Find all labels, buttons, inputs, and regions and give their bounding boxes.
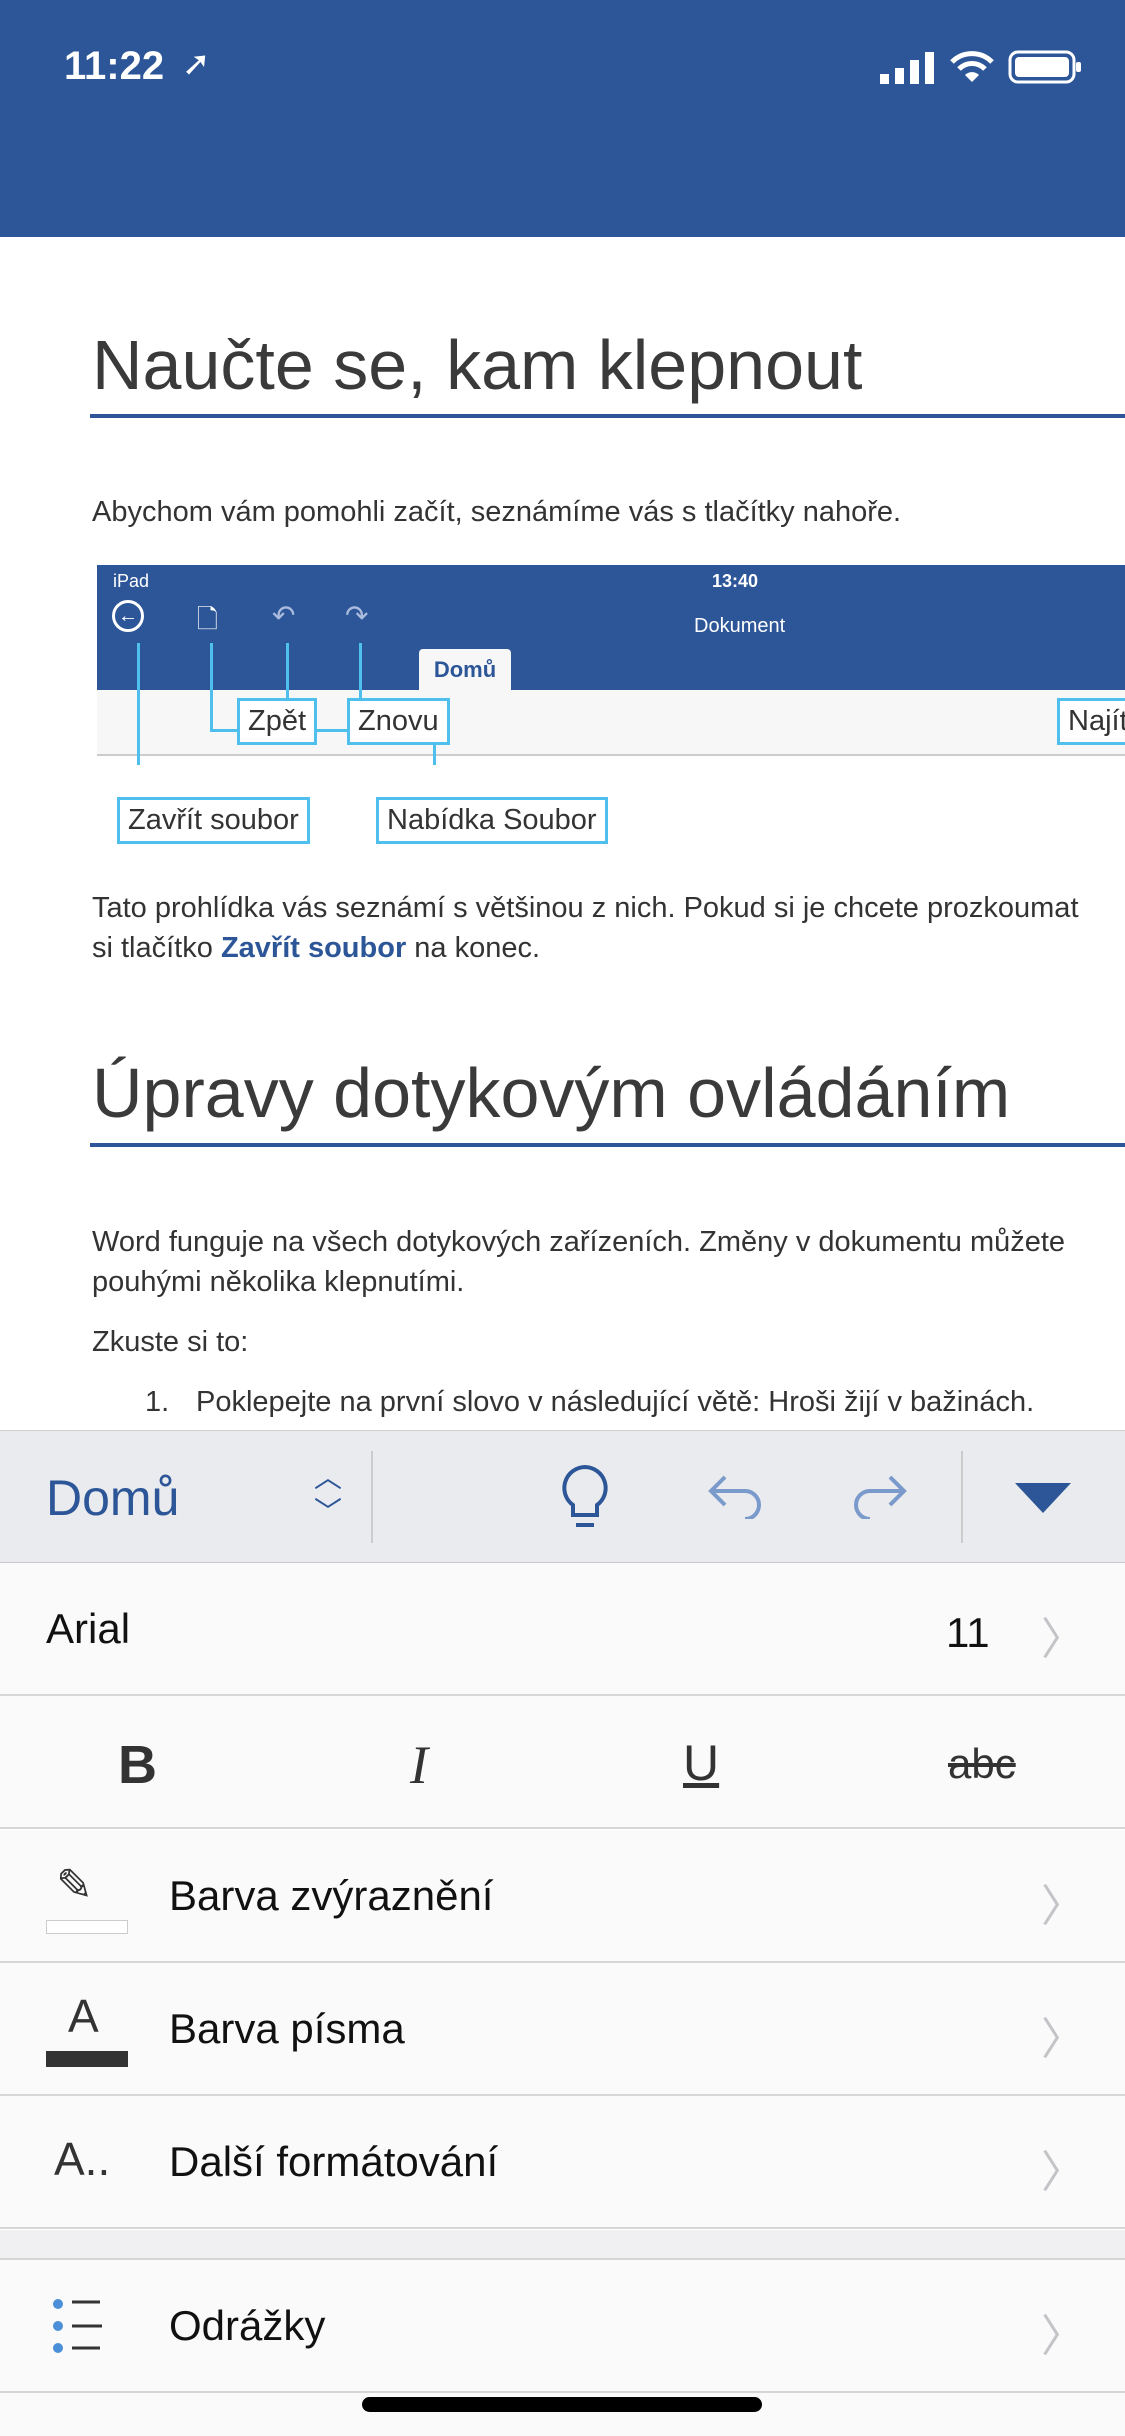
divider — [371, 1451, 373, 1543]
redo-icon[interactable] — [850, 1469, 910, 1519]
touch-paragraph: Word funguje na všech dotykových zařízen… — [92, 1222, 1065, 1302]
illustration-device: iPad — [113, 571, 150, 591]
chevron-right-icon: 〉 — [1041, 2015, 1085, 2064]
section-gap — [0, 2230, 1125, 2260]
chevron-right-icon: 〉 — [1041, 1882, 1085, 1931]
more-formatting-label: Další formátování — [169, 2138, 499, 2185]
divider — [961, 1451, 963, 1543]
undo-icon: ↶ — [272, 600, 296, 631]
font-name: Arial — [46, 1605, 131, 1652]
tour-line1: Tato prohlídka vás seznámí s většinou z … — [92, 892, 1079, 924]
list-item: Poklepejte na první slovo v následující … — [196, 1386, 1035, 1418]
intro-paragraph: Abychom vám pomohli začít, seznámíme vás… — [92, 496, 902, 528]
status-time: 11:22 — [64, 44, 165, 88]
close-file-link[interactable]: Zavřít soubor — [221, 932, 406, 964]
home-indicator[interactable] — [362, 2397, 762, 2412]
toolbar-illustration: iPad 13:40 ← 🗋 ↶ ↷ Dokument Domů Zpět Zn… — [97, 565, 1125, 765]
undo-icon[interactable] — [705, 1469, 765, 1519]
header-bar: 11:22 ➚ — [0, 0, 1125, 237]
callout-redo: Znovu — [347, 698, 450, 745]
close-file-icon: ← — [112, 600, 144, 632]
bullet-list-icon — [53, 2299, 102, 2353]
highlight-color-row[interactable]: ✎ Barva zvýraznění 〉 — [0, 1830, 1125, 1963]
font-size[interactable]: 11 — [946, 1609, 990, 1657]
more-formatting-icon: A.. — [54, 2133, 111, 2185]
illustration-tab: Domů — [419, 649, 511, 690]
collapse-ribbon-icon[interactable] — [1013, 1481, 1073, 1515]
try-label: Zkuste si to: — [92, 1326, 249, 1358]
heading-underline — [90, 1143, 1125, 1147]
font-color-label: Barva písma — [169, 2005, 405, 2052]
battery-icon — [1008, 50, 1081, 84]
font-color-icon: A — [68, 1990, 99, 2042]
touch-line1: Word funguje na všech dotykových zařízen… — [92, 1226, 1066, 1258]
tab-switch-chevrons-icon[interactable]: ︿ ﹀ — [314, 1461, 342, 1529]
file-menu-icon: 🗋 — [197, 604, 218, 634]
list-number: 1. — [145, 1386, 170, 1418]
font-color-swatch — [46, 2051, 128, 2067]
wifi-icon — [950, 51, 994, 82]
bullets-label: Odrážky — [169, 2302, 326, 2349]
tour-paragraph: Tato prohlídka vás seznámí s většinou z … — [92, 888, 1079, 968]
heading-underline — [90, 414, 1125, 418]
redo-icon: ↷ — [345, 600, 369, 631]
lightbulb-icon[interactable] — [558, 1463, 612, 1533]
bullets-row[interactable]: Odrážky 〉 — [0, 2260, 1125, 2393]
illustration-time: 13:40 — [712, 571, 759, 591]
highlighter-icon: ✎ — [56, 1861, 93, 1910]
chevron-right-icon: 〉 — [1041, 2148, 1085, 2197]
font-color-row[interactable]: A Barva písma 〉 — [0, 1963, 1125, 2096]
ribbon-tab-selector[interactable]: Domů — [46, 1469, 179, 1527]
illustration-title: Dokument — [694, 615, 786, 637]
callout-close-file: Zavřít soubor — [117, 797, 310, 844]
italic-button[interactable]: I — [410, 1734, 428, 1796]
highlight-label: Barva zvýraznění — [169, 1872, 494, 1919]
underline-button[interactable]: U — [683, 1734, 719, 1792]
ribbon-toolbar: Domů ︿ ﹀ — [0, 1430, 1125, 1563]
callout-file-menu: Nabídka Soubor — [376, 797, 608, 844]
location-icon: ➚ — [182, 45, 211, 83]
strikethrough-button[interactable]: abc — [948, 1740, 1016, 1788]
bold-button[interactable]: B — [118, 1734, 157, 1796]
touch-line2: pouhými několika klepnutími. — [92, 1266, 465, 1298]
font-row[interactable]: Arial 11 〉 — [0, 1563, 1125, 1696]
callout-undo: Zpět — [237, 698, 318, 745]
callout-find: Najít — [1057, 698, 1125, 745]
tour-line2b: na konec. — [406, 932, 541, 964]
chevron-right-icon: 〉 — [1041, 2312, 1085, 2361]
more-formatting-row[interactable]: A.. Další formátování 〉 — [0, 2096, 1125, 2229]
highlight-swatch — [46, 1920, 128, 1934]
heading-learn-where-to-tap: Naučte se, kam klepnout — [92, 326, 863, 404]
signal-icon — [880, 52, 934, 84]
chevron-right-icon: 〉 — [1041, 1615, 1085, 1664]
heading-touch-editing: Úpravy dotykovým ovládáním — [92, 1054, 1011, 1132]
tour-line2a: si tlačítko — [92, 932, 221, 964]
text-style-row: B I U abc — [0, 1696, 1125, 1829]
